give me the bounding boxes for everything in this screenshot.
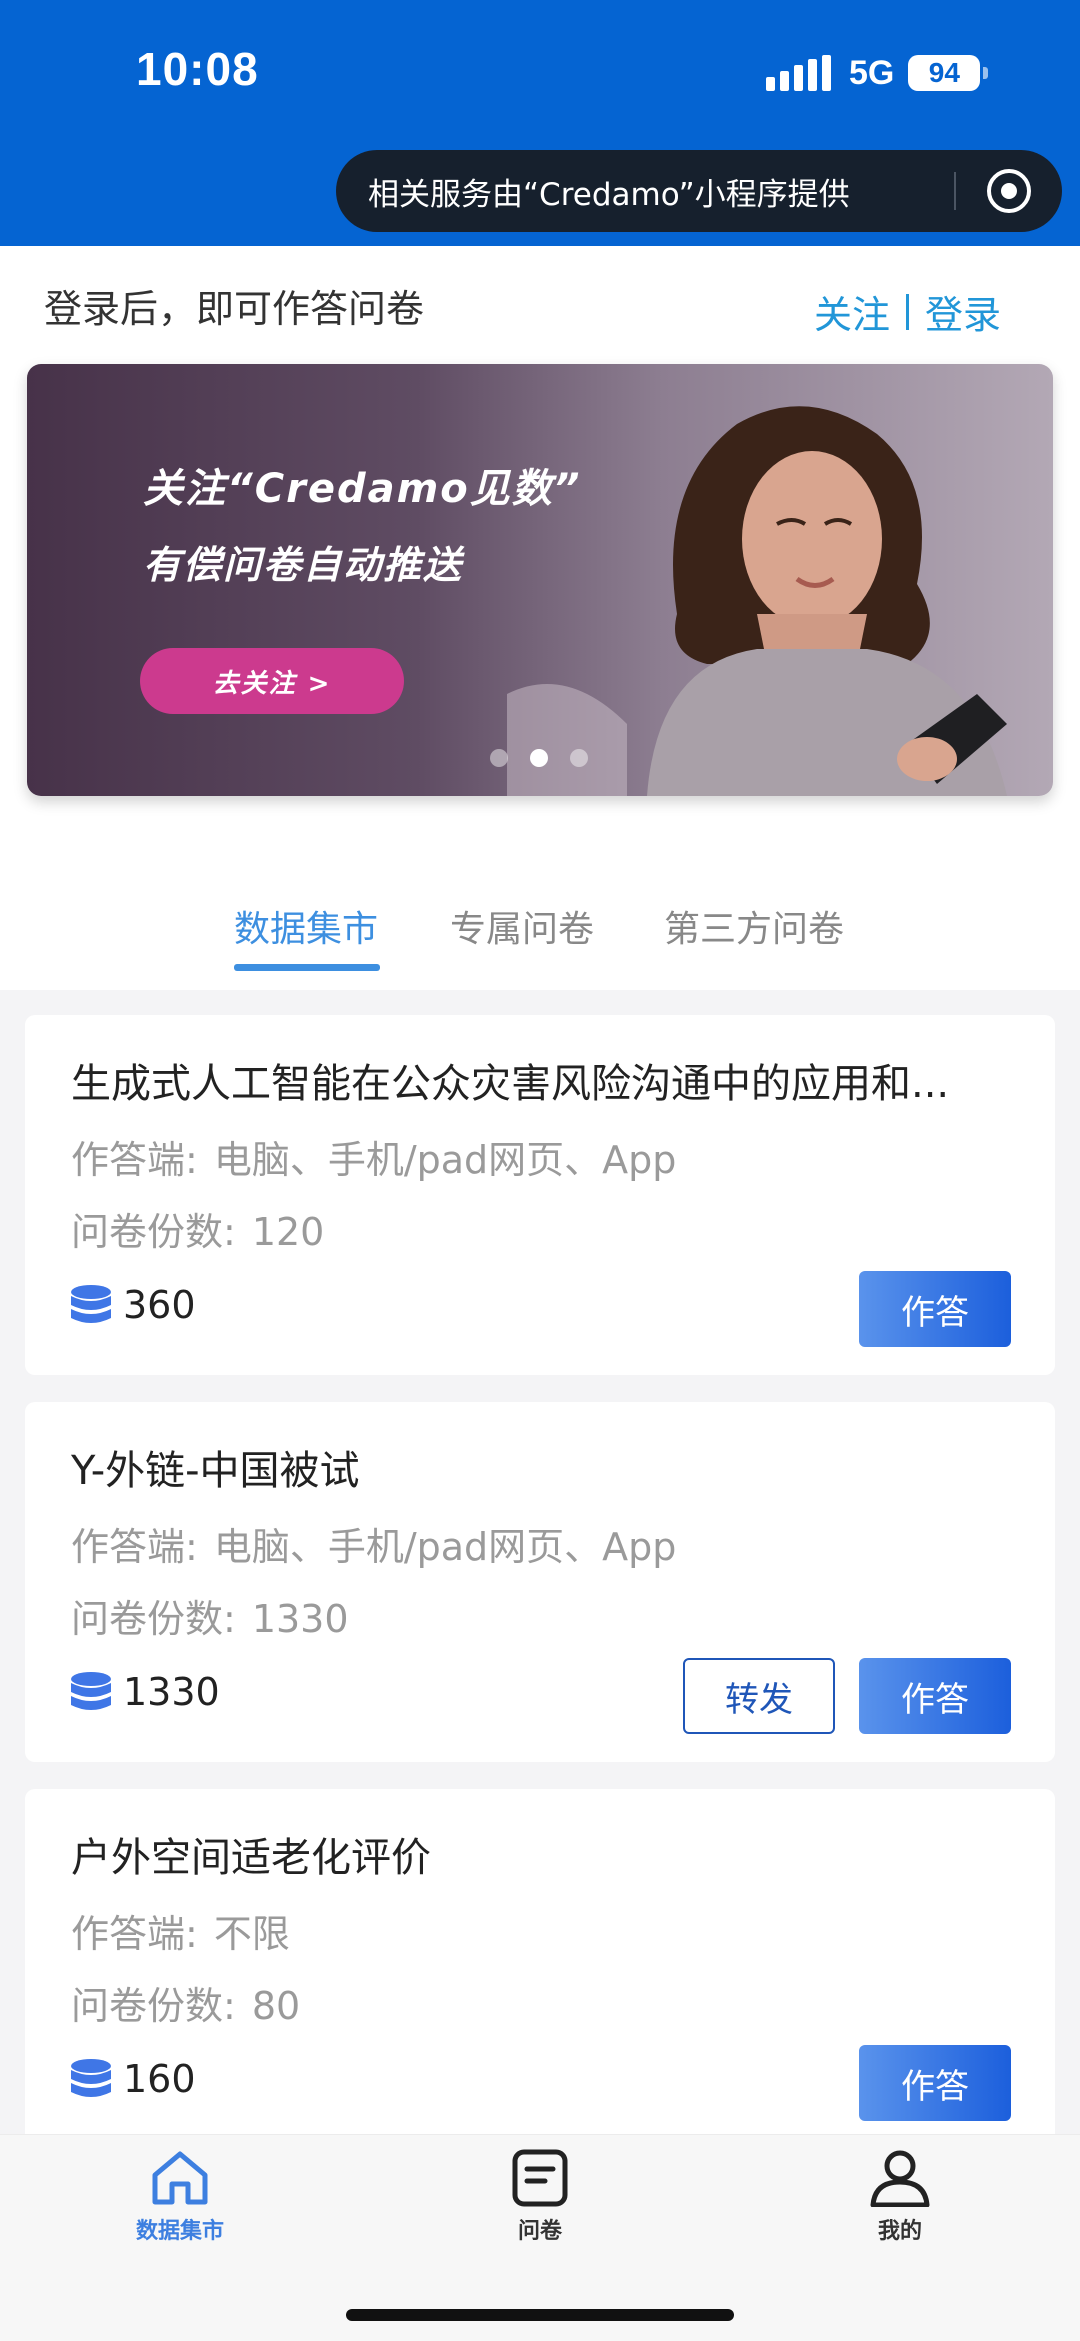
banner-subline: 有偿问卷自动推送 [143,543,464,587]
client-value: 电脑、手机/pad网页、App [213,1525,677,1569]
follow-login-links: 关注 登录 [814,284,1001,339]
coins-icon [71,2059,111,2097]
login-link[interactable]: 登录 [925,284,1001,339]
login-tip: 登录后，即可作答问卷 [44,287,425,331]
banner-photo [507,406,1007,796]
status-indicators: 5G 94 [766,52,989,94]
carousel-dot[interactable] [570,749,588,767]
copies-label: 问卷份数: [71,1984,236,2028]
signal-icon [766,55,831,91]
copies-value: 120 [251,1210,325,1254]
link-divider [906,293,910,330]
carousel-dots [490,749,588,767]
survey-copies: 问卷份数: 80 [71,1975,300,2030]
copies-label: 问卷份数: [71,1210,236,1254]
banner-follow-button[interactable]: 去关注 > [140,648,404,714]
answer-button[interactable]: 作答 [859,1658,1011,1734]
survey-card[interactable]: 生成式人工智能在公众灾害风险沟通中的应用和... 作答端: 电脑、手机/pad网页… [25,1015,1055,1375]
promo-banner[interactable]: 关注“Credamo见数” 有偿问卷自动推送 去关注 > [27,364,1053,796]
copies-value: 80 [251,1984,301,2028]
client-value: 电脑、手机/pad网页、App [213,1138,677,1182]
nav-label: 我的 [877,2219,922,2244]
forward-button[interactable]: 转发 [683,1658,835,1734]
survey-client: 作答端: 不限 [71,1903,290,1958]
banner-headline: 关注“Credamo见数” [143,466,582,512]
coins-icon [71,1285,111,1323]
battery-level: 94 [928,57,960,88]
points-value: 360 [123,1283,196,1327]
survey-client: 作答端: 电脑、手机/pad网页、App [71,1129,676,1184]
survey-points: 160 [69,2057,196,2101]
points-value: 160 [123,2057,196,2101]
category-tabs: 数据集市 专属问卷 第三方问卷 [0,900,1080,990]
points-value: 1330 [123,1670,220,1714]
nav-label: 问卷 [517,2219,562,2244]
nav-profile[interactable]: 我的 [820,2149,980,2245]
client-value: 不限 [213,1912,290,1956]
survey-card[interactable]: Y-外链-中国被试 作答端: 电脑、手机/pad网页、App 问卷份数: 1330 … [25,1402,1055,1762]
nav-data-market[interactable]: 数据集市 [100,2149,260,2245]
survey-title: 生成式人工智能在公众灾害风险沟通中的应用和... [71,1061,950,1107]
survey-title: 户外空间适老化评价 [71,1835,431,1881]
network-type: 5G [849,53,895,92]
home-indicator [346,2309,734,2321]
survey-copies: 问卷份数: 1330 [71,1588,349,1643]
survey-points: 1330 [69,1670,220,1714]
survey-points: 360 [69,1283,196,1327]
nav-surveys[interactable]: 问卷 [460,2149,620,2245]
carousel-dot[interactable] [490,749,508,767]
carousel-dot-active[interactable] [530,749,548,767]
mini-program-capsule[interactable]: 相关服务由“Credamo”小程序提供 [336,150,1062,232]
tab-third-party-surveys[interactable]: 第三方问卷 [664,900,844,952]
survey-title: Y-外链-中国被试 [71,1448,360,1494]
coins-icon [71,1672,111,1710]
client-label: 作答端: [71,1138,198,1182]
survey-card[interactable]: 户外空间适老化评价 作答端: 不限 问卷份数: 80 160 作答 [25,1789,1055,2149]
copies-label: 问卷份数: [71,1597,236,1641]
survey-client: 作答端: 电脑、手机/pad网页、App [71,1516,676,1571]
follow-link[interactable]: 关注 [814,284,890,339]
answer-button[interactable]: 作答 [859,1271,1011,1347]
survey-copies: 问卷份数: 120 [71,1201,324,1256]
battery-icon: 94 [908,55,989,91]
client-label: 作答端: [71,1525,198,1569]
user-icon [870,2150,930,2207]
top-header: 10:08 5G 94 相关服务由“Credamo”小程序提供 [0,0,1080,246]
home-icon [152,2151,208,2205]
status-time: 10:08 [136,43,259,95]
answer-button[interactable]: 作答 [859,2045,1011,2121]
tab-exclusive-surveys[interactable]: 专属问卷 [450,900,594,952]
client-label: 作答端: [71,1912,198,1956]
tab-data-market[interactable]: 数据集市 [234,900,378,952]
document-icon [512,2149,568,2207]
capsule-text: 相关服务由“Credamo”小程序提供 [368,176,850,213]
capsule-divider [954,172,956,210]
target-icon[interactable] [987,169,1031,213]
copies-value: 1330 [251,1597,349,1641]
nav-label: 数据集市 [135,2219,224,2244]
active-tab-indicator [234,964,380,971]
